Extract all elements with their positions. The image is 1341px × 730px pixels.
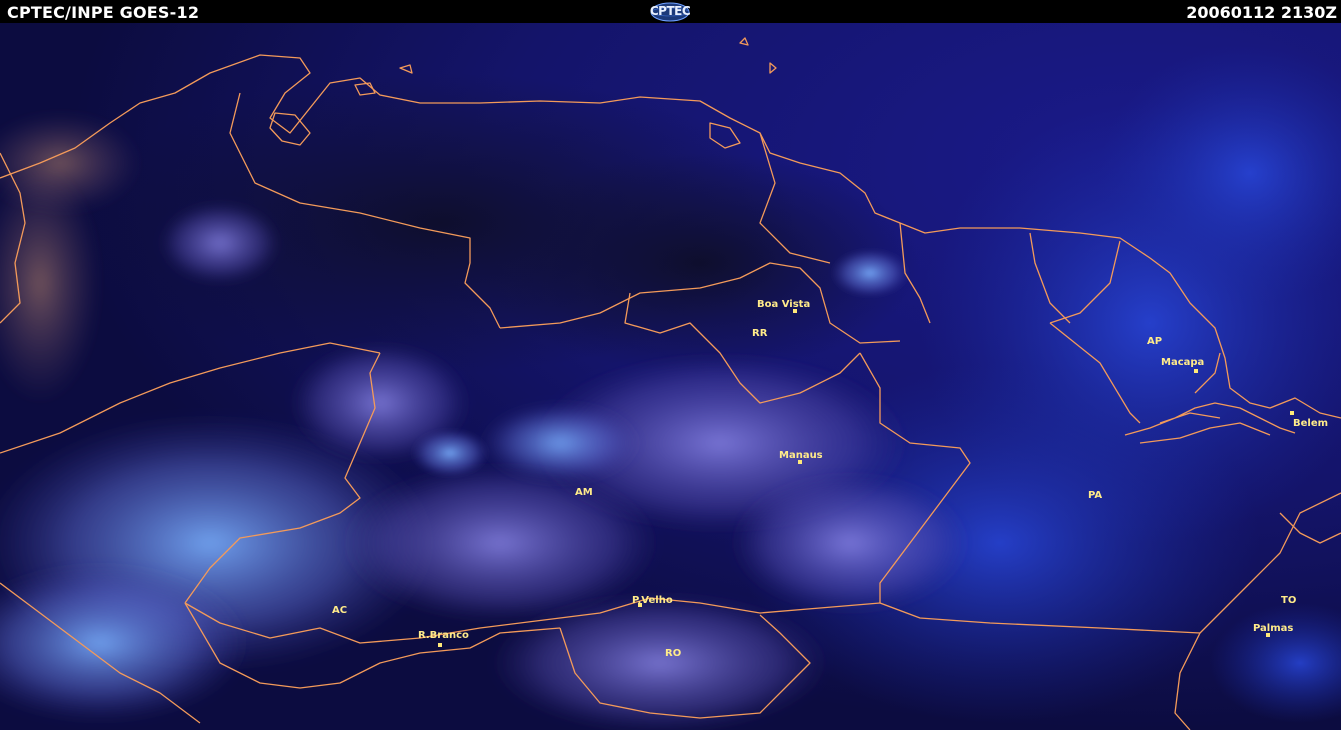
cptec-logo: CPTEC — [648, 1, 692, 22]
city-label: Palmas — [1253, 623, 1293, 634]
city-dot — [438, 643, 442, 647]
city-dot — [1290, 411, 1294, 415]
logo-text: CPTEC — [649, 4, 691, 18]
state-label-am: AM — [575, 487, 593, 498]
city-label: R.Branco — [418, 630, 469, 641]
city-label: Macapa — [1161, 357, 1204, 368]
timestamp-label: 20060112 2130Z — [1186, 3, 1337, 22]
satellite-viewer: CPTEC/INPE GOES-12 20060112 2130Z CPTEC — [0, 0, 1341, 730]
city-dot — [1194, 369, 1198, 373]
city-label: Manaus — [779, 450, 823, 461]
state-label-rr: RR — [752, 328, 768, 339]
state-label-ac: AC — [332, 605, 347, 616]
state-label-ap: AP — [1147, 336, 1162, 347]
city-label: Boa Vista — [757, 299, 810, 310]
state-label-to: TO — [1281, 595, 1296, 606]
city-label: Belem — [1293, 418, 1328, 429]
satellite-map: Boa Vista Macapa Belem Manaus P.Velho R.… — [0, 23, 1341, 730]
state-label-ro: RO — [665, 648, 681, 659]
source-label: CPTEC/INPE GOES-12 — [7, 3, 200, 22]
city-label: P.Velho — [632, 595, 673, 606]
city-porto-velho: P.Velho — [632, 595, 673, 607]
state-label-pa: PA — [1088, 490, 1102, 501]
